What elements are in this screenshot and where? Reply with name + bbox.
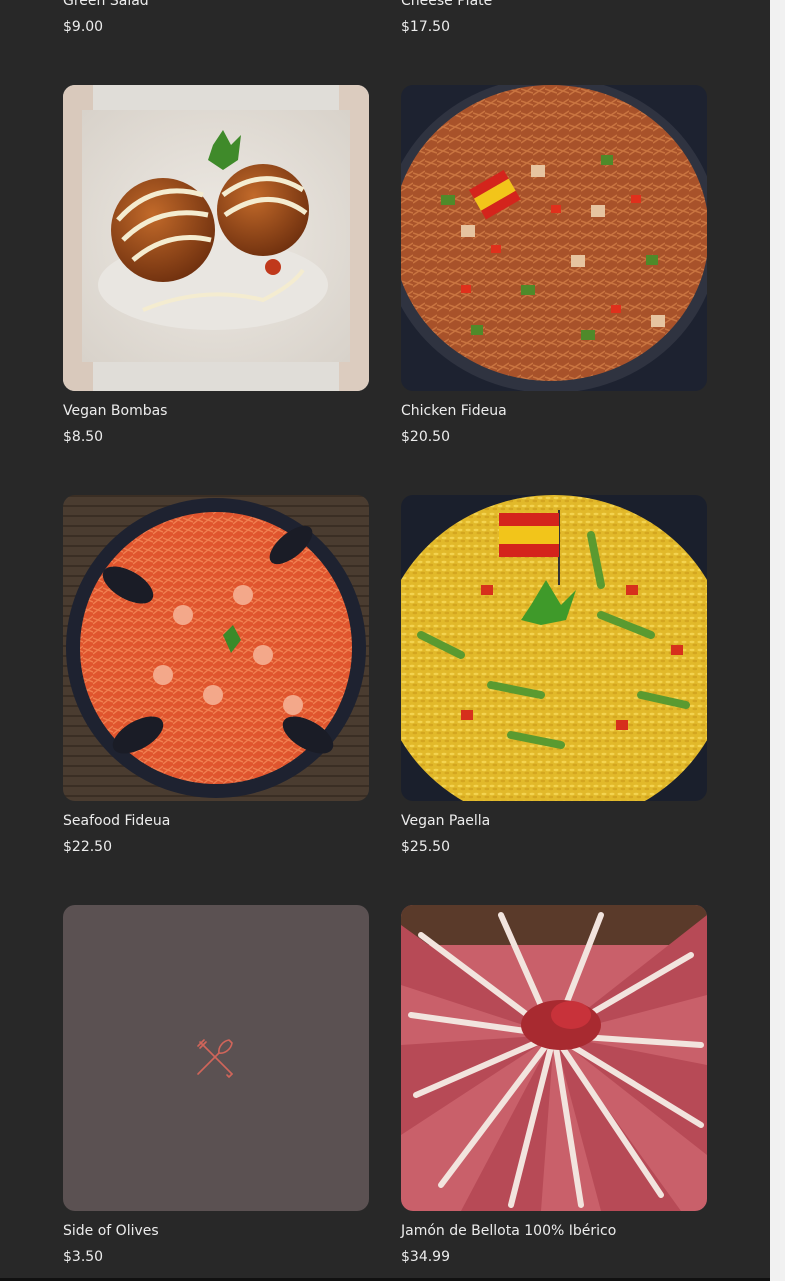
item-name[interactable]: Cheese Plate — [401, 0, 492, 10]
seafood-fideua-photo — [63, 495, 369, 801]
menu-item-image-jamon-iberico[interactable] — [401, 905, 707, 1211]
chicken-fideua-photo — [401, 85, 707, 391]
menu-page: Green Salad $9.00 Cheese Plate $17.50 Ve… — [0, 0, 785, 1281]
item-price: $25.50 — [401, 839, 450, 855]
menu-item-image-chicken-fideua[interactable] — [401, 85, 707, 391]
vegan-bombas-photo — [63, 85, 369, 391]
item-price: $8.50 — [63, 429, 104, 445]
item-name[interactable]: Side of Olives — [63, 1222, 159, 1240]
item-name[interactable]: Vegan Bombas — [63, 402, 167, 420]
scrollbar[interactable] — [770, 0, 785, 1281]
item-price: $17.50 — [401, 19, 450, 35]
item-name[interactable]: Jamón de Bellota 100% Ibérico — [401, 1222, 616, 1240]
jamon-iberico-photo — [401, 905, 707, 1211]
item-name[interactable]: Vegan Paella — [401, 812, 490, 830]
item-price: $9.00 — [63, 19, 104, 35]
item-price: $34.99 — [401, 1249, 450, 1265]
item-price: $20.50 — [401, 429, 450, 445]
menu-item-image-vegan-bombas[interactable] — [63, 85, 369, 391]
item-price: $3.50 — [63, 1249, 104, 1265]
item-price: $22.50 — [63, 839, 112, 855]
vegan-paella-photo — [401, 495, 707, 801]
menu-item-image-vegan-paella[interactable] — [401, 495, 707, 801]
menu-item-image-placeholder[interactable] — [63, 905, 369, 1211]
item-name[interactable]: Seafood Fideua — [63, 812, 170, 830]
item-name[interactable]: Chicken Fideua — [401, 402, 507, 420]
item-name[interactable]: Green Salad — [63, 0, 149, 10]
fork-knife-icon — [197, 1039, 233, 1078]
menu-item-image-seafood-fideua[interactable] — [63, 495, 369, 801]
